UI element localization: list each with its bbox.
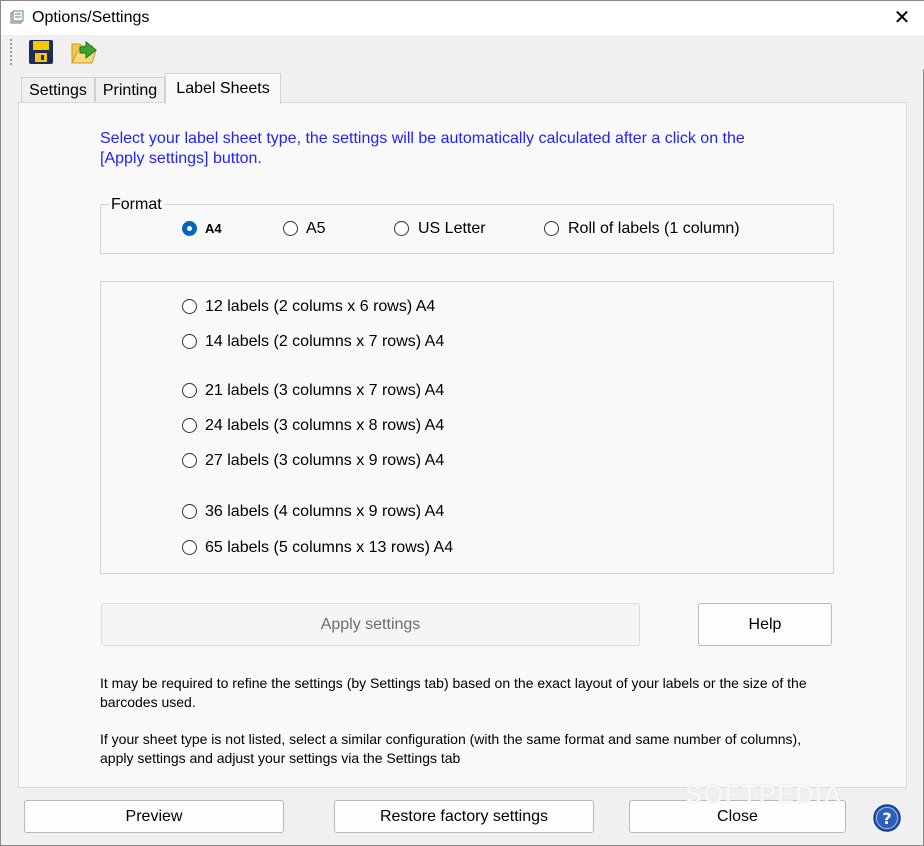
tab-label-sheets[interactable]: Label Sheets: [165, 73, 281, 104]
question-circle-icon[interactable]: ?: [872, 803, 902, 833]
sheet-option-label[interactable]: 21 labels (3 columns x 7 rows) A4: [205, 382, 444, 400]
intro-instructions: Select your label sheet type, the settin…: [100, 130, 745, 167]
radio-roll-of-labels-label[interactable]: Roll of labels (1 column): [568, 220, 740, 238]
watermark: SOFTPEDIA: [685, 779, 843, 809]
svg-text:?: ?: [882, 809, 891, 828]
format-legend: Format: [109, 196, 164, 214]
radio-sheet-65-labels[interactable]: [182, 540, 197, 555]
radio-roll-of-labels[interactable]: [544, 221, 559, 236]
refine-settings-note: It may be required to refine the setting…: [100, 675, 807, 710]
sheet-option-label[interactable]: 36 labels (4 columns x 9 rows) A4: [205, 503, 444, 521]
radio-sheet-24-labels[interactable]: [182, 418, 197, 433]
tab-settings[interactable]: Settings: [21, 77, 95, 102]
apply-settings-button[interactable]: Apply settings: [101, 603, 640, 646]
radio-a4-label[interactable]: A4: [205, 221, 222, 236]
radio-us-letter[interactable]: [394, 221, 409, 236]
options-settings-window: Options/Settings ✕ Settings Printing Lab…: [0, 0, 924, 846]
tab-printing[interactable]: Printing: [95, 77, 165, 102]
save-icon[interactable]: [26, 38, 56, 66]
sheet-option-label[interactable]: 12 labels (2 colums x 6 rows) A4: [205, 298, 435, 316]
sheet-option-label[interactable]: 27 labels (3 columns x 9 rows) A4: [205, 452, 444, 470]
restore-factory-settings-button[interactable]: Restore factory settings: [334, 800, 594, 833]
radio-a5-label[interactable]: A5: [306, 220, 326, 238]
sheet-option-label[interactable]: 24 labels (3 columns x 8 rows) A4: [205, 417, 444, 435]
sheet-option-label[interactable]: 14 labels (2 columns x 7 rows) A4: [205, 333, 444, 351]
preview-button[interactable]: Preview: [24, 800, 284, 833]
radio-sheet-21-labels[interactable]: [182, 383, 197, 398]
window-close-button[interactable]: ✕: [889, 6, 915, 30]
radio-a4[interactable]: [182, 221, 197, 236]
radio-sheet-36-labels[interactable]: [182, 504, 197, 519]
app-icon: [9, 9, 25, 25]
radio-us-letter-label[interactable]: US Letter: [418, 220, 486, 238]
open-folder-arrow-icon[interactable]: [68, 38, 100, 66]
help-button[interactable]: Help: [698, 603, 832, 646]
radio-a5[interactable]: [283, 221, 298, 236]
radio-sheet-12-labels[interactable]: [182, 299, 197, 314]
radio-sheet-14-labels[interactable]: [182, 334, 197, 349]
toolbar: [1, 35, 924, 69]
window-title: Options/Settings: [32, 9, 150, 26]
sheet-option-label[interactable]: 65 labels (5 columns x 13 rows) A4: [205, 539, 453, 557]
toolbar-grip[interactable]: [10, 39, 12, 65]
radio-sheet-27-labels[interactable]: [182, 453, 197, 468]
sheet-not-listed-note: If your sheet type is not listed, select…: [100, 731, 802, 766]
